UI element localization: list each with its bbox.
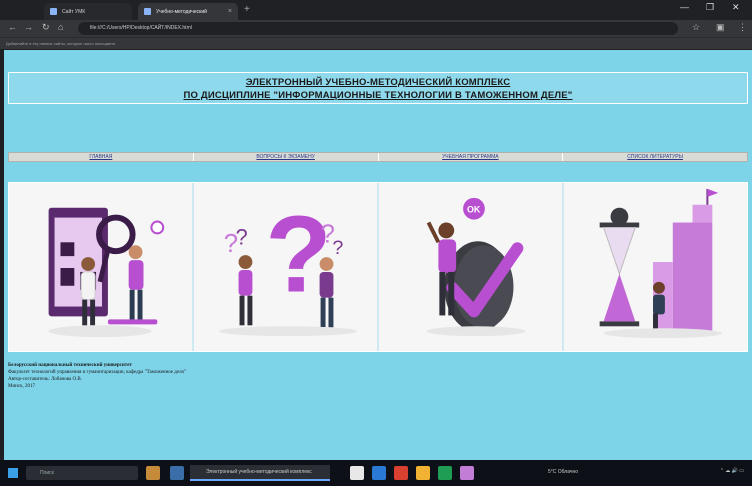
tab-title: Учебно-методический [156,8,207,15]
nav-link-home[interactable]: ГЛАВНАЯ [9,153,194,161]
svg-text:?: ? [265,195,331,316]
bookmark-star-icon[interactable]: ☆ [692,22,700,33]
hourglass-progress-illustration [564,183,747,351]
browser-tab[interactable]: Сайт УМК [44,3,132,20]
task-view-icon[interactable] [170,466,184,480]
svg-text:?: ? [236,224,248,249]
questions-illustration: ? ? ? ? ? [194,183,379,351]
bookmarks-bar: Добавляйте в эту панель сайты, которые ч… [0,37,752,49]
address-bar[interactable]: file:///C:/Users/HP/Desktop/САЙТ/INDEX.h… [78,22,678,35]
research-illustration [9,183,194,351]
footer-city-year: Минск, 2017 [8,384,35,389]
page-footer: Белорусский национальный технический уни… [8,362,186,390]
weather-widget[interactable]: 5°C Облачно [548,469,578,475]
browser-tab-active[interactable]: Учебно-методический × [138,3,238,20]
extensions-icon[interactable]: ▣ [716,22,725,33]
windows-taskbar: Поиск Электронный учебно-методический ко… [0,460,752,486]
home-icon[interactable]: ⌂ [58,22,63,32]
page-body: ЭЛЕКТРОННЫЙ УЧЕБНО-МЕТОДИЧЕСКИЙ КОМПЛЕКС… [4,50,752,460]
taskbar-app-icon[interactable] [146,466,160,480]
illustration-gallery: ? ? ? ? ? OK [8,182,748,352]
start-button[interactable] [8,468,18,478]
close-tab-icon[interactable]: × [228,8,232,15]
taskbar-app-icon[interactable] [394,466,408,480]
browser-toolbar: ← → ↻ ⌂ file:///C:/Users/HP/Desktop/САЙТ… [0,20,752,37]
close-window-icon[interactable]: ✕ [732,2,740,13]
nav-link-exam-questions[interactable]: ВОПРОСЫ К ЭКЗАМЕНУ [194,153,379,161]
page-favicon-icon [144,8,151,15]
menu-icon[interactable]: ⋮ [738,22,747,33]
taskbar-app-icon[interactable] [350,466,364,480]
nav-link-curriculum[interactable]: УЧЕБНАЯ ПРОГРАММА [379,153,564,161]
page-favicon-icon [50,8,57,15]
taskbar-search[interactable]: Поиск [26,466,138,480]
svg-text:?: ? [332,237,343,259]
taskbar-app-icon[interactable] [372,466,386,480]
taskbar-app-icon[interactable] [438,466,452,480]
taskbar-app-icon[interactable] [460,466,474,480]
browser-tab-bar: Сайт УМК Учебно-методический × + — ❐ ✕ [0,0,752,20]
footer-author: Автор-составитель: Лобанова О.В. [8,377,82,382]
title-line-2: ПО ДИСЦИПЛИНЕ "ИНФОРМАЦИОННЫЕ ТЕХНОЛОГИИ… [183,90,573,101]
minimize-icon[interactable]: — [680,2,689,12]
forward-icon[interactable]: → [24,22,33,32]
tab-title: Сайт УМК [62,8,86,15]
nav-link-bibliography[interactable]: СПИСОК ЛИТЕРАТУРЫ [563,153,747,161]
taskbar-active-window[interactable]: Электронный учебно-методический комплекс [190,465,330,481]
maximize-icon[interactable]: ❐ [706,2,714,13]
taskbar-app-icon[interactable] [416,466,430,480]
reload-icon[interactable]: ↻ [42,22,50,33]
new-tab-icon[interactable]: + [244,4,250,15]
footer-university: Белорусский национальный технический уни… [8,363,132,368]
footer-faculty: Факультет технологий управления и гумани… [8,370,187,375]
page-title: ЭЛЕКТРОННЫЙ УЧЕБНО-МЕТОДИЧЕСКИЙ КОМПЛЕКС… [8,72,748,104]
system-tray[interactable]: ⌃ ☁ 🔊 ▭ [720,468,744,474]
title-line-1: ЭЛЕКТРОННЫЙ УЧЕБНО-МЕТОДИЧЕСКИЙ КОМПЛЕКС [245,77,511,88]
back-icon[interactable]: ← [8,22,17,32]
ok-checkmark-illustration: OK [379,183,564,351]
svg-text:OK: OK [467,205,481,215]
main-navigation: ГЛАВНАЯ ВОПРОСЫ К ЭКЗАМЕНУ УЧЕБНАЯ ПРОГР… [8,152,748,162]
